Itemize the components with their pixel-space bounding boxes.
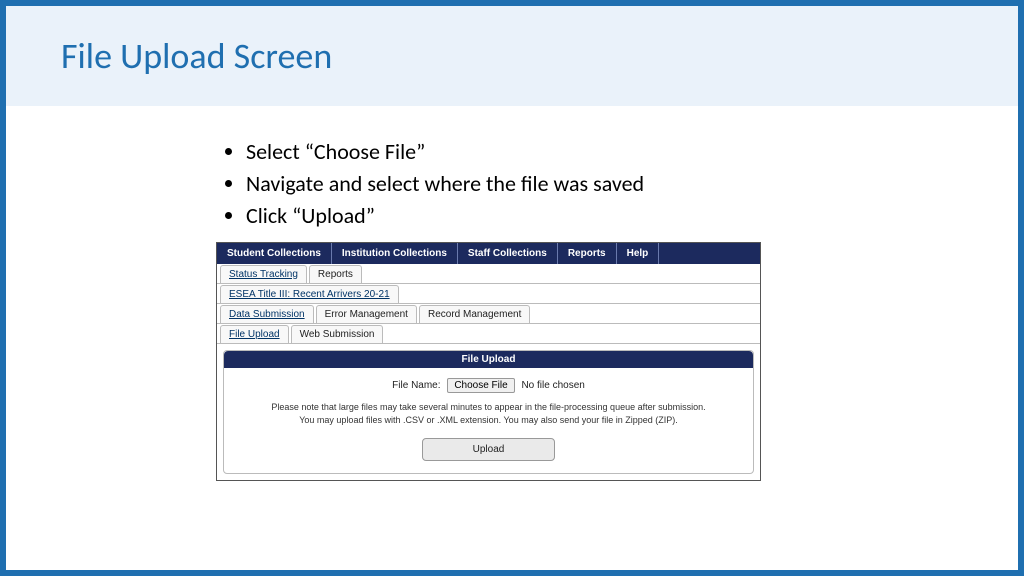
tab-status-tracking[interactable]: Status Tracking [220,265,307,283]
panel-body: File Name: Choose File No file chosen Pl… [224,368,753,473]
slide-body: Select “Choose File” Navigate and select… [6,106,1018,481]
no-file-chosen-text: No file chosen [521,380,584,391]
title-bar: File Upload Screen [6,6,1018,106]
tab-record-management[interactable]: Record Management [419,305,530,323]
note-line-2: You may upload files with .CSV or .XML e… [299,415,678,425]
tab-row-1: Status Tracking Reports [217,264,760,284]
upload-button[interactable]: Upload [422,438,556,461]
tab-reports[interactable]: Reports [309,265,362,283]
tab-web-submission[interactable]: Web Submission [291,325,384,343]
nav-student-collections[interactable]: Student Collections [217,243,332,264]
note-line-1: Please note that large files may take se… [271,402,705,412]
slide-frame: File Upload Screen Select “Choose File” … [0,0,1024,576]
nav-reports[interactable]: Reports [558,243,617,264]
tab-row-3: Data Submission Error Management Record … [217,304,760,324]
instruction-list: Select “Choose File” Navigate and select… [216,136,1018,232]
tab-row-2: ESEA Title III: Recent Arrivers 20-21 [217,284,760,304]
tab-error-management[interactable]: Error Management [316,305,417,323]
tab-data-submission[interactable]: Data Submission [220,305,314,323]
file-row: File Name: Choose File No file chosen [244,378,733,393]
list-item: Click “Upload” [246,200,1018,232]
tab-file-upload[interactable]: File Upload [220,325,289,343]
choose-file-button[interactable]: Choose File [447,378,514,393]
upload-note: Please note that large files may take se… [244,401,733,428]
file-name-label: File Name: [392,380,440,391]
nav-institution-collections[interactable]: Institution Collections [332,243,458,264]
list-item: Select “Choose File” [246,136,1018,168]
page-title: File Upload Screen [61,34,332,78]
panel-header: File Upload [224,351,753,368]
tab-row-4: File Upload Web Submission [217,324,760,344]
nav-staff-collections[interactable]: Staff Collections [458,243,558,264]
top-navbar: Student Collections Institution Collecti… [217,243,760,264]
tab-esea-title-iii[interactable]: ESEA Title III: Recent Arrivers 20-21 [220,285,399,303]
list-item: Navigate and select where the file was s… [246,168,1018,200]
nav-help[interactable]: Help [617,243,660,264]
app-screenshot: Student Collections Institution Collecti… [216,242,761,481]
file-upload-panel: File Upload File Name: Choose File No fi… [223,350,754,474]
